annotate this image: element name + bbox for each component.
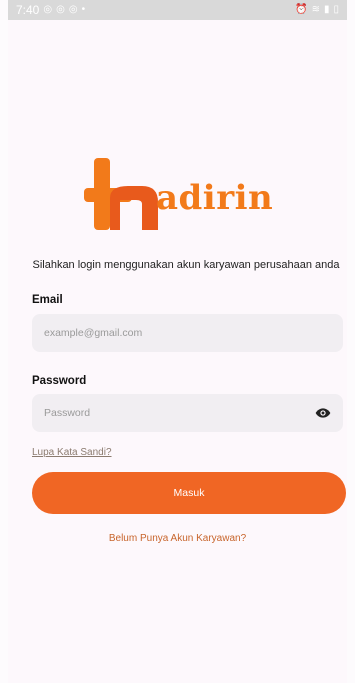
forgot-password-link[interactable]: Lupa Kata Sandi? [32, 447, 112, 458]
login-button[interactable]: Masuk [32, 472, 346, 514]
instagram-icon: ◎ [68, 4, 78, 15]
login-subtitle: Silahkan login menggunakan akun karyawan… [32, 259, 340, 271]
brand-name: adirin [156, 178, 274, 218]
instagram-icon: ◎ [43, 4, 53, 15]
eye-icon[interactable] [315, 405, 331, 421]
login-screen: adirin Silahkan login menggunakan akun k… [8, 20, 347, 683]
wifi-icon: ≋ [311, 4, 320, 15]
status-time: 7:40 [16, 3, 40, 17]
dot-icon: • [81, 4, 86, 15]
status-left: 7:40 ◎ ◎ ◎ • [16, 3, 85, 17]
logo-h-mark-icon [84, 158, 158, 230]
password-field-container [32, 394, 343, 432]
brand-logo: adirin [84, 150, 284, 242]
battery-icon: ▯ [333, 4, 339, 15]
status-right: ⏰ ≋ ▮ ▯ [295, 5, 339, 15]
alarm-icon: ⏰ [295, 4, 308, 15]
email-field[interactable] [44, 327, 331, 339]
instagram-icon: ◎ [56, 4, 65, 15]
signal-icon: ▮ [323, 4, 330, 15]
register-link[interactable]: Belum Punya Akun Karyawan? [8, 533, 347, 544]
email-field-container [32, 314, 343, 352]
password-field[interactable] [44, 407, 315, 419]
password-label: Password [32, 375, 87, 387]
email-label: Email [32, 294, 63, 306]
status-bar: 7:40 ◎ ◎ ◎ • ⏰ ≋ ▮ ▯ [8, 0, 347, 20]
